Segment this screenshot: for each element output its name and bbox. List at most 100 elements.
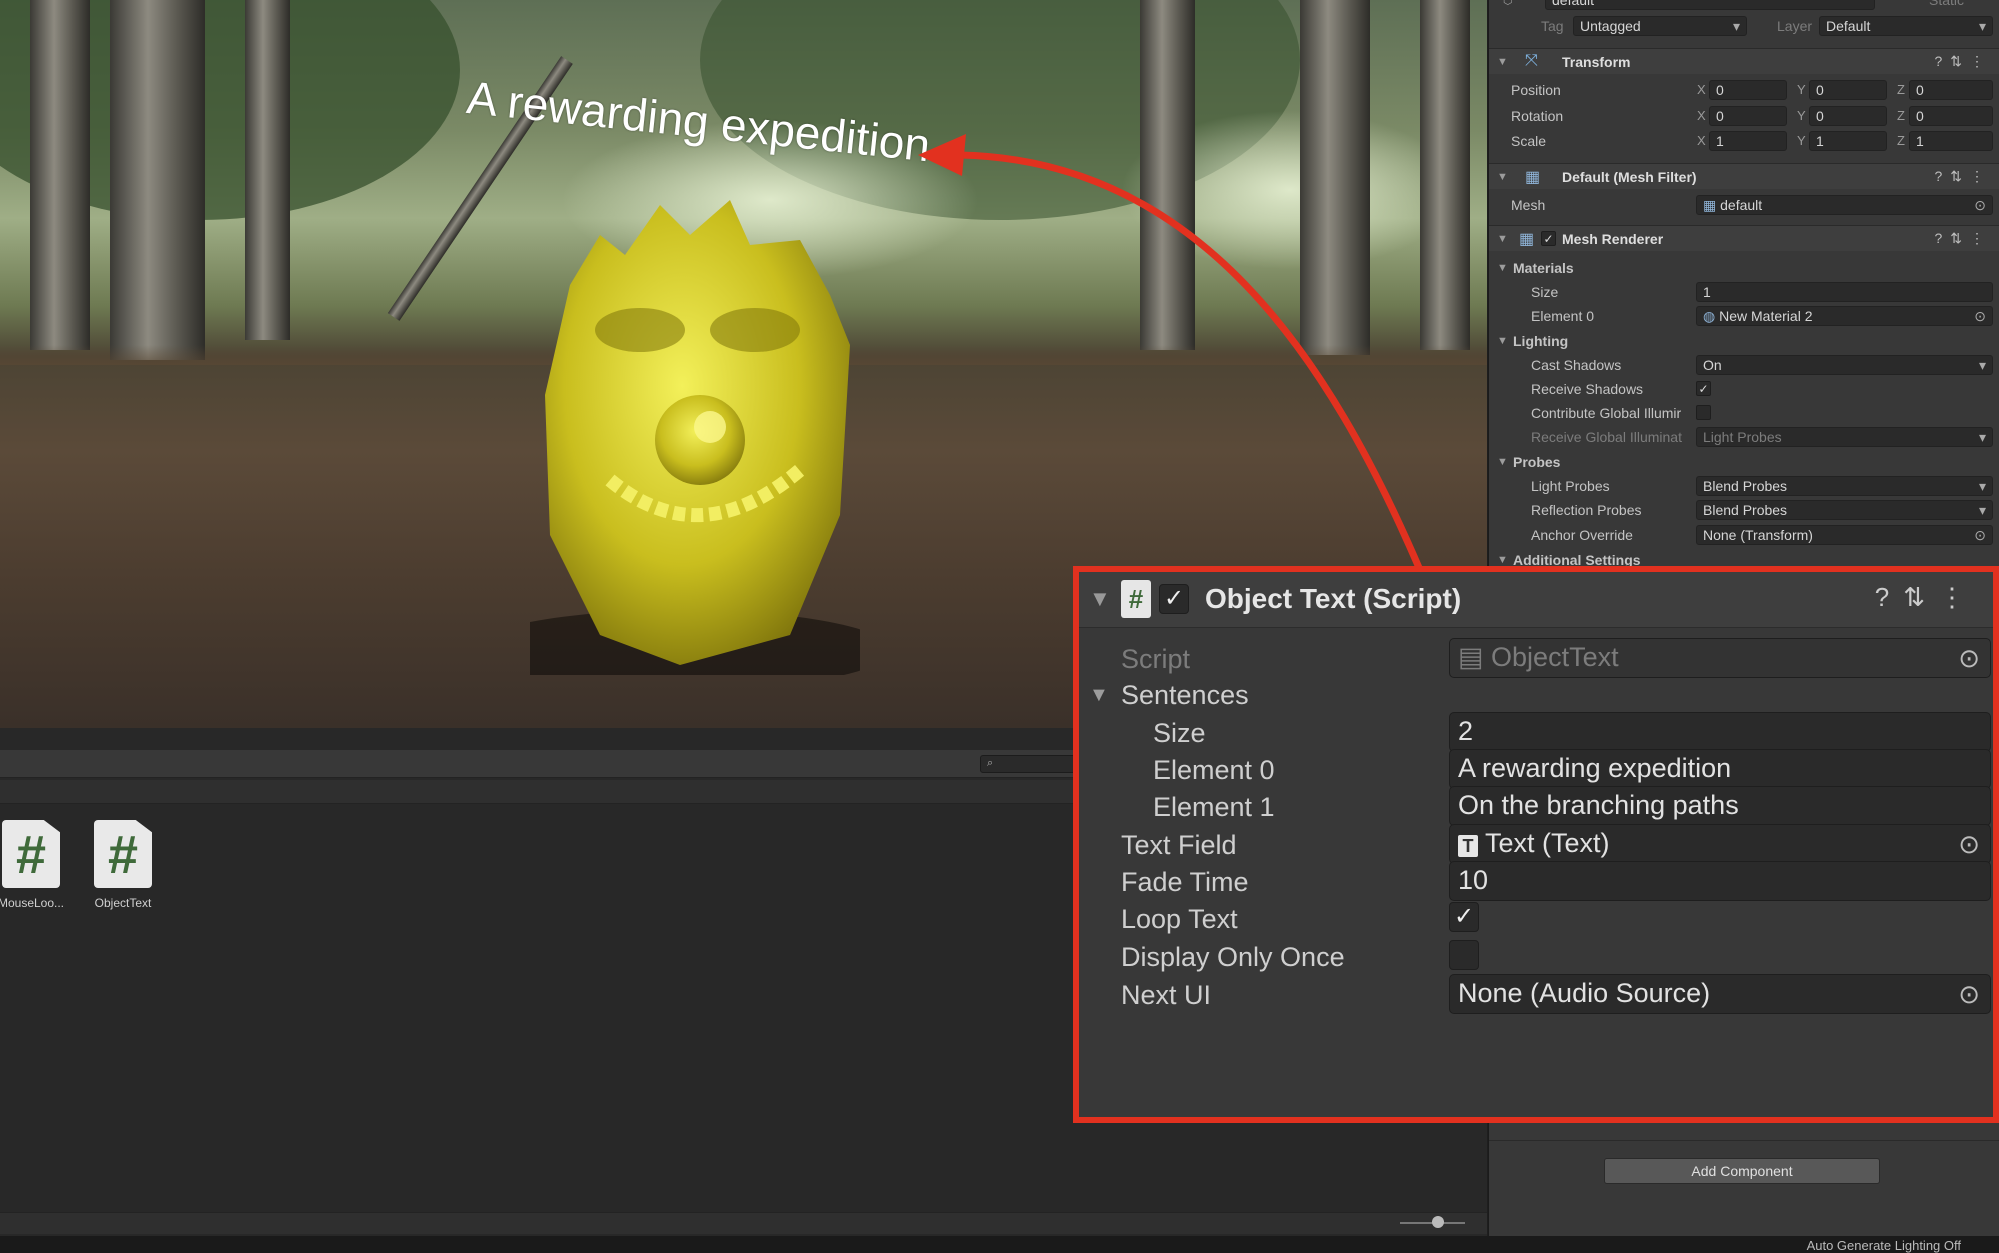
preset-icon[interactable]: ⇅ (1903, 582, 1939, 612)
collapse-arrow-icon[interactable]: ▼ (1497, 262, 1508, 274)
mesh-object-field[interactable]: ▦ default ⊙ (1696, 195, 1993, 215)
material-icon: ◍ (1703, 308, 1716, 324)
add-component-button[interactable]: Add Component (1604, 1158, 1880, 1184)
scale-y-input[interactable]: 1 (1809, 131, 1887, 151)
layer-value: Default (1826, 18, 1871, 34)
cast-shadows-value: On (1703, 357, 1722, 373)
object-picker-icon[interactable]: ⊙ (1974, 197, 1986, 214)
preset-icon[interactable]: ⇅ (1950, 53, 1970, 69)
preset-icon[interactable]: ⇅ (1950, 168, 1970, 184)
more-icon[interactable]: ⋮ (1970, 230, 1992, 246)
rotation-x-input[interactable]: 0 (1709, 106, 1787, 126)
rotation-y-input[interactable]: 0 (1809, 106, 1887, 126)
position-z-input[interactable]: 0 (1909, 80, 1993, 100)
reflection-probes-dropdown[interactable]: Blend Probes (1696, 500, 1993, 520)
receive-shadows-checkbox[interactable]: ✓ (1696, 381, 1711, 396)
probes-foldout[interactable]: ▼ Probes (1489, 450, 1999, 474)
layer-dropdown[interactable]: Default (1819, 16, 1993, 36)
contribute-gi-checkbox[interactable] (1696, 405, 1711, 420)
scale-row: Scale X 1 Y 1 Z 1 (1489, 129, 1999, 153)
position-z-value: 0 (1916, 82, 1924, 98)
light-probes-dropdown[interactable]: Blend Probes (1696, 476, 1993, 496)
mascot-3d-model[interactable] (530, 195, 860, 675)
display-only-once-checkbox[interactable] (1449, 940, 1479, 970)
object-text-header[interactable]: ▼ # ✓ Object Text (Script) ?⇅⋮ (1079, 572, 1993, 628)
loop-text-checkbox[interactable]: ✓ (1449, 902, 1479, 932)
contribute-gi-label: Contribute Global Illumir (1531, 405, 1682, 421)
object-text-enabled-checkbox[interactable]: ✓ (1159, 584, 1189, 614)
more-icon[interactable]: ⋮ (1939, 582, 1979, 612)
divider (1489, 1140, 1999, 1141)
receive-gi-dropdown[interactable]: Light Probes (1696, 427, 1993, 447)
component-header-icons[interactable]: ?⇅⋮ (1934, 230, 1992, 247)
collapse-arrow-icon[interactable]: ▼ (1089, 586, 1111, 612)
component-header-icons[interactable]: ?⇅⋮ (1934, 53, 1992, 70)
collapse-arrow-icon[interactable]: ▼ (1497, 456, 1508, 468)
object-name-input[interactable]: default (1545, 0, 1875, 10)
mesh-renderer-header[interactable]: ▼ ▦ ✓ Mesh Renderer ?⇅⋮ (1489, 225, 1999, 251)
reflection-probes-row: Reflection Probes Blend Probes (1489, 498, 1999, 522)
cast-shadows-dropdown[interactable]: On (1696, 355, 1993, 375)
element0-input[interactable]: A rewarding expedition (1449, 749, 1991, 789)
material-element0-row: Element 0 ◍ New Material 2 ⊙ (1489, 304, 1999, 328)
icon-size-slider-handle[interactable] (1432, 1216, 1444, 1228)
reflection-probes-label: Reflection Probes (1531, 502, 1642, 518)
y-axis-label: Y (1797, 133, 1806, 148)
mesh-filter-header[interactable]: ▼ ▦ Default (Mesh Filter) ?⇅⋮ (1489, 163, 1999, 189)
position-y-input[interactable]: 0 (1809, 80, 1887, 100)
static-label[interactable]: Static (1929, 0, 1964, 8)
transform-header[interactable]: ▼ ⤧ Transform ?⇅⋮ (1489, 48, 1999, 74)
asset-mouselook[interactable]: # MouseLoo... (0, 820, 76, 910)
help-icon[interactable]: ? (1934, 230, 1950, 246)
object-picker-icon[interactable]: ⊙ (1958, 979, 1980, 1010)
scale-x-input[interactable]: 1 (1709, 131, 1787, 151)
mesh-renderer-icon: ▦ (1519, 231, 1535, 248)
position-label: Position (1511, 82, 1561, 98)
anchor-override-field[interactable]: None (Transform) ⊙ (1696, 525, 1993, 545)
preset-icon[interactable]: ⇅ (1950, 230, 1970, 246)
object-picker-icon[interactable]: ⊙ (1958, 829, 1980, 860)
next-ui-object-field[interactable]: None (Audio Source) ⊙ (1449, 974, 1991, 1014)
mesh-renderer-enabled-checkbox[interactable]: ✓ (1541, 231, 1556, 246)
rotation-z-input[interactable]: 0 (1909, 106, 1993, 126)
help-icon[interactable]: ? (1934, 168, 1950, 184)
position-x-input[interactable]: 0 (1709, 80, 1787, 100)
collapse-arrow-icon[interactable]: ▼ (1497, 335, 1508, 347)
scale-z-input[interactable]: 1 (1909, 131, 1993, 151)
tag-dropdown[interactable]: Untagged (1573, 16, 1747, 36)
help-icon[interactable]: ? (1934, 53, 1950, 69)
collapse-arrow-icon[interactable]: ▼ (1497, 233, 1508, 245)
tree-trunk (245, 0, 290, 340)
element0-label: Element 0 (1153, 755, 1275, 785)
component-header-icons[interactable]: ?⇅⋮ (1934, 168, 1992, 185)
element1-input[interactable]: On the branching paths (1449, 786, 1991, 826)
collapse-arrow-icon[interactable]: ▼ (1089, 684, 1109, 707)
collapse-arrow-icon[interactable]: ▼ (1497, 554, 1508, 566)
lighting-foldout[interactable]: ▼ Lighting (1489, 329, 1999, 353)
asset-objecttext[interactable]: # ObjectText (78, 820, 168, 910)
sentences-size-input[interactable]: 2 (1449, 712, 1991, 752)
script-object-field: ▤ ObjectText ⊙ (1449, 638, 1991, 678)
script-icon: # (1121, 580, 1151, 618)
component-header-icons[interactable]: ?⇅⋮ (1875, 582, 1979, 613)
collapse-arrow-icon[interactable]: ▼ (1497, 171, 1508, 183)
materials-foldout[interactable]: ▼ Materials (1489, 256, 1999, 280)
text-field-object-field[interactable]: T Text (Text) ⊙ (1449, 824, 1991, 864)
mesh-row: Mesh ▦ default ⊙ (1489, 193, 1999, 217)
scale-label: Scale (1511, 133, 1547, 149)
z-axis-label: Z (1897, 133, 1905, 148)
fade-time-input[interactable]: 10 (1449, 861, 1991, 901)
more-icon[interactable]: ⋮ (1970, 168, 1992, 184)
sentences-label[interactable]: Sentences (1121, 680, 1249, 711)
help-icon[interactable]: ? (1875, 582, 1903, 612)
object-picker-icon[interactable]: ⊙ (1974, 308, 1986, 325)
rotation-row: Rotation X 0 Y 0 Z 0 (1489, 104, 1999, 128)
collapse-arrow-icon[interactable]: ▼ (1497, 56, 1508, 68)
tag-label: Tag (1541, 18, 1564, 34)
text-field-value: Text (Text) (1485, 828, 1610, 858)
more-icon[interactable]: ⋮ (1970, 53, 1992, 69)
text-component-icon: T (1458, 835, 1478, 857)
material-element0-field[interactable]: ◍ New Material 2 ⊙ (1696, 306, 1993, 326)
object-picker-icon[interactable]: ⊙ (1974, 527, 1986, 544)
materials-size-input[interactable]: 1 (1696, 282, 1993, 302)
